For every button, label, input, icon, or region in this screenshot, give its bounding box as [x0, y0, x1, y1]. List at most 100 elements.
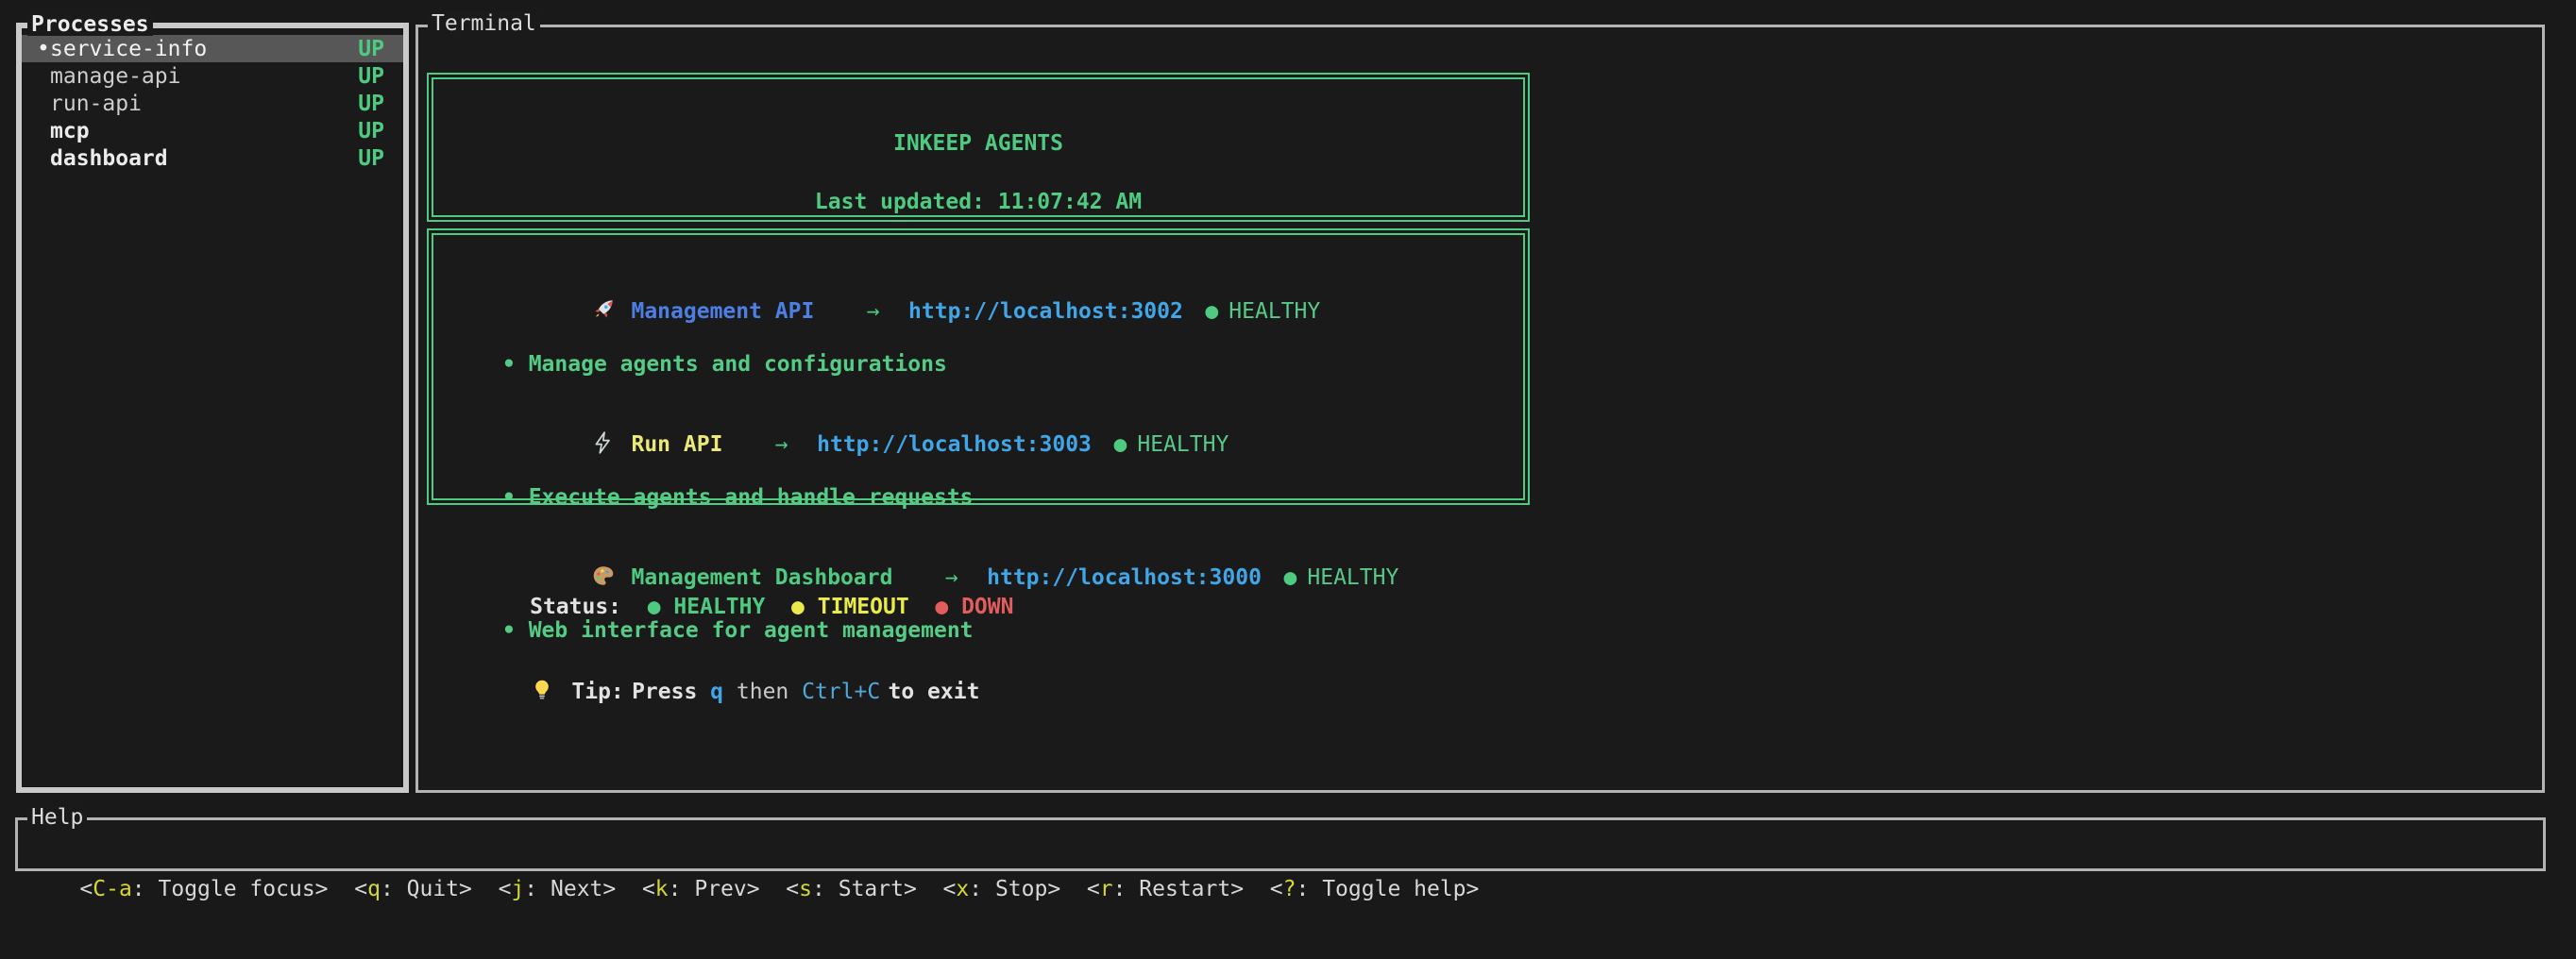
- legend-label: Status:: [530, 595, 621, 619]
- arrow-icon: →: [775, 432, 788, 457]
- terminal-panel-title: Terminal: [428, 12, 540, 35]
- bracket: >: [315, 877, 329, 901]
- terminal-panel: Terminal INKEEP AGENTS Last updated: 11:…: [415, 25, 2545, 793]
- shortcut-key: r: [1100, 877, 1113, 901]
- help-panel-title: Help: [27, 806, 87, 829]
- shortcut-label: Next: [551, 877, 602, 901]
- shortcut-stop: <x: Stop>: [943, 877, 1061, 901]
- bracket: >: [459, 877, 472, 901]
- process-name: service-info: [50, 37, 207, 61]
- help-panel: Help <C-a: Toggle focus><q: Quit><j: Nex…: [15, 817, 2546, 871]
- service-description-text: Manage agents and configurations: [529, 352, 947, 377]
- bracket: >: [747, 877, 760, 901]
- shortcut-label: Stop: [995, 877, 1047, 901]
- process-name: manage-api: [50, 64, 180, 89]
- arrow-icon: →: [867, 299, 880, 324]
- service-name: Management API: [631, 299, 814, 324]
- service-health-status: HEALTHY: [1229, 299, 1320, 324]
- process-status-badge: UP: [358, 92, 384, 116]
- shortcut-next: <j: Next>: [499, 877, 617, 901]
- process-row-manage-api[interactable]: manage-api UP: [22, 62, 403, 90]
- tip-suffix: to exit: [889, 680, 980, 704]
- process-status-badge: UP: [358, 119, 384, 143]
- shortcut-key: x: [956, 877, 969, 901]
- process-list: • service-info UP manage-api UP run-api …: [22, 28, 403, 172]
- bullet-icon: •: [502, 618, 516, 643]
- shortcut-key: s: [799, 877, 812, 901]
- service-description: • Manage agents and configurations: [433, 351, 1523, 378]
- zap-icon: [591, 430, 616, 455]
- separator: :: [524, 877, 551, 901]
- bracket: <: [1270, 877, 1283, 901]
- tui-screen: { "colors": { "background": "#191919", "…: [0, 0, 2576, 902]
- shortcut-toggle-focus: <C-a: Toggle focus>: [79, 877, 328, 901]
- separator: :: [969, 877, 995, 901]
- separator: :: [1296, 877, 1323, 901]
- service-description-text: Web interface for agent management: [529, 618, 974, 643]
- process-row-run-api[interactable]: run-api UP: [22, 90, 403, 117]
- bracket: <: [786, 877, 799, 901]
- service-health-status: HEALTHY: [1137, 432, 1229, 457]
- services-box: Management API → http://localhost:3002 ● HEA…: [427, 228, 1530, 505]
- agents-title: INKEEP AGENTS: [433, 132, 1523, 155]
- service-description: •Execute agents and handle requests: [433, 484, 1523, 511]
- tip-label: Tip:: [571, 680, 623, 704]
- process-status-badge: UP: [358, 146, 384, 171]
- agents-header-box: INKEEP AGENTS Last updated: 11:07:42 AM: [427, 73, 1530, 222]
- separator: :: [381, 877, 407, 901]
- selected-bullet-icon: •: [37, 37, 50, 61]
- service-url[interactable]: http://localhost:3002: [908, 299, 1183, 324]
- process-row-service-info[interactable]: • service-info UP: [22, 35, 403, 62]
- palette-icon: [591, 564, 616, 588]
- shortcut-label: Quit: [407, 877, 459, 901]
- bracket: <: [943, 877, 957, 901]
- bracket: >: [602, 877, 616, 901]
- service-url[interactable]: http://localhost:3003: [817, 432, 1092, 457]
- service-name: Run API: [631, 432, 722, 457]
- service-health-status: HEALTHY: [1307, 565, 1398, 590]
- bracket: <: [79, 877, 93, 901]
- bullet-icon: •: [502, 352, 516, 377]
- healthy-dot-icon: ●: [1205, 299, 1218, 324]
- bracket: <: [354, 877, 367, 901]
- process-status-badge: UP: [358, 64, 384, 89]
- shortcut-key: j: [511, 877, 524, 901]
- legend-item-down: ●DOWN: [935, 595, 1013, 619]
- bullet-icon: •: [502, 485, 516, 510]
- help-shortcuts: <C-a: Toggle focus><q: Quit><j: Next><k:…: [18, 820, 2543, 959]
- healthy-dot-icon: ●: [648, 595, 661, 619]
- shortcut-label: Start: [839, 877, 904, 901]
- separator: :: [132, 877, 159, 901]
- process-row-mcp[interactable]: mcp UP: [22, 117, 403, 144]
- shortcut-restart: <r: Restart>: [1087, 877, 1244, 901]
- process-name: run-api: [50, 92, 142, 116]
- tip-key-q: q: [710, 680, 723, 704]
- shortcut-toggle-help: <?: Toggle help>: [1270, 877, 1480, 901]
- bracket: <: [1087, 877, 1100, 901]
- rocket-icon: [591, 297, 616, 322]
- bulb-icon: [530, 678, 554, 702]
- bracket: >: [1466, 877, 1480, 901]
- shortcut-quit: <q: Quit>: [354, 877, 472, 901]
- healthy-dot-icon: ●: [1113, 432, 1127, 457]
- process-row-dashboard[interactable]: dashboard UP: [22, 144, 403, 172]
- service-name: Management Dashboard: [631, 565, 892, 590]
- legend-item-healthy: ● HEALTHY: [648, 595, 766, 619]
- process-status-badge: UP: [358, 37, 384, 61]
- timeout-dot-icon: ●: [791, 595, 805, 619]
- shortcut-label: Toggle help: [1322, 877, 1466, 901]
- bracket: >: [1230, 877, 1244, 901]
- shortcut-label: Prev: [694, 877, 746, 901]
- legend-healthy-label: HEALTHY: [673, 595, 765, 619]
- shortcut-label: Toggle focus: [159, 877, 315, 901]
- shortcut-key: ?: [1283, 877, 1296, 901]
- bracket: >: [1047, 877, 1060, 901]
- tip-line: Tip:PressqthenCtrl+Cto exit: [451, 651, 2542, 732]
- arrow-icon: →: [945, 565, 958, 590]
- service-url[interactable]: http://localhost:3000: [987, 565, 1262, 590]
- legend-timeout-label: TIMEOUT: [818, 595, 909, 619]
- shortcut-prev: <k: Prev>: [642, 877, 760, 901]
- shortcut-key: q: [367, 877, 381, 901]
- separator: :: [812, 877, 839, 901]
- processes-panel-title: Processes: [27, 13, 153, 36]
